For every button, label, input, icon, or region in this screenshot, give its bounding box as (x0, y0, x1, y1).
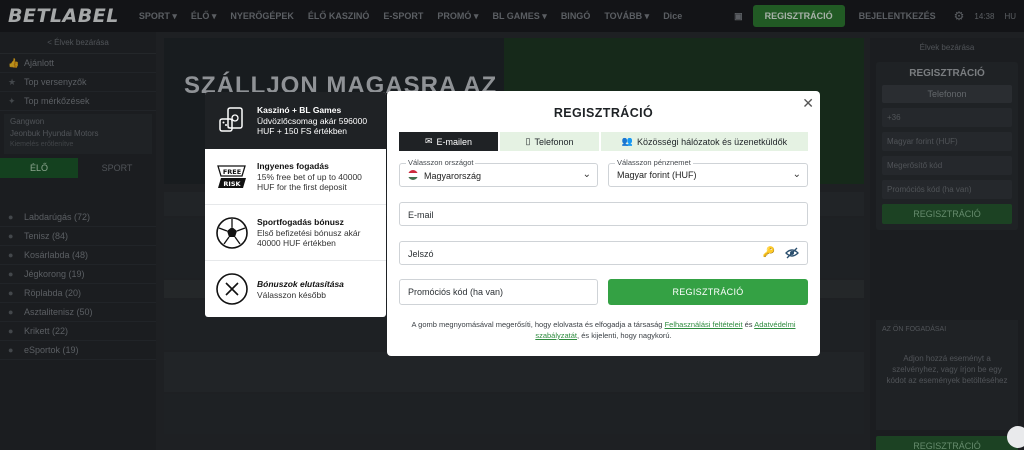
people-icon: 👥 (621, 136, 634, 146)
tab-email[interactable]: ✉ E-mailen (399, 132, 498, 151)
disclaimer-text: A gomb megnyomásával megerősíti, hogy el… (411, 320, 665, 329)
disclaimer-text: , és kijelenti, hogy nagykorú. (577, 331, 672, 340)
hungary-flag-icon (408, 170, 418, 180)
email-placeholder: E-mail (408, 210, 434, 220)
bonus-description: Válasszon később (257, 289, 326, 300)
bonus-title: Bónuszok elutasítása (257, 278, 344, 289)
tab-label: E-mailen (436, 136, 473, 147)
registration-method-tabs: ✉ E-mailen ▯ Telefonon 👥 Közösségi hálózato… (399, 132, 808, 151)
bonus-option-free-bet[interactable]: FREE RISK Ingyenes fogadás 15% free bet of… (205, 149, 386, 205)
soccer-ball-icon (215, 216, 249, 250)
password-placeholder: Jelszó (408, 249, 434, 259)
bonus-title: Kaszinó + BL Games (257, 105, 342, 115)
country-select-value: Magyarország (408, 170, 481, 181)
tab-label: Telefonon (534, 136, 574, 147)
register-submit-button[interactable]: REGISZTRÁCIÓ (608, 279, 808, 305)
disclaimer-text: és (742, 320, 755, 329)
free-risk-icon: FREE RISK (215, 160, 249, 194)
currency-select-value: Magyar forint (HUF) (617, 170, 697, 180)
svg-text:RISK: RISK (223, 180, 241, 188)
registration-modal: ✕ REGISZTRÁCIÓ ✉ E-mailen ▯ Telefonon 👥 Köz… (387, 91, 820, 356)
currency-select-label: Válasszon pénznemet (615, 158, 693, 167)
country-name: Magyarország (424, 171, 482, 181)
tab-phone[interactable]: ▯ Telefonon (500, 132, 599, 151)
bonus-title: Ingyenes fogadás (257, 161, 329, 171)
promo-code-placeholder: Promóciós kód (ha van) (408, 287, 504, 297)
bonus-option-sport[interactable]: Sportfogadás bónusz Első befizetési bónus… (205, 205, 386, 261)
bonus-description: Üdvözlőcsomag akár 596000 HUF + 150 FS é… (257, 116, 368, 136)
tab-label: Közösségi hálózatok és üzenetküldők (637, 136, 788, 147)
bonus-option-casino[interactable]: Kaszinó + BL Games Üdvözlőcsomag akár 596… (205, 92, 386, 149)
chevron-down-icon: ⌄ (582, 169, 591, 180)
terms-disclaimer: A gomb megnyomásával megerősíti, hogy el… (401, 319, 806, 341)
chevron-down-icon: ⌄ (792, 169, 801, 180)
tab-social[interactable]: 👥 Közösségi hálózatok és üzenetküldők (601, 132, 808, 151)
key-icon[interactable]: 🔑 (763, 247, 775, 258)
password-field[interactable]: Jelszó 🔑 (399, 241, 808, 265)
casino-chips-icon (215, 104, 249, 138)
bonus-selection-panel: Kaszinó + BL Games Üdvözlőcsomag akár 596… (205, 92, 386, 317)
svg-text:FREE: FREE (223, 168, 241, 176)
phone-icon: ▯ (525, 136, 531, 146)
email-field[interactable]: E-mail (399, 202, 808, 226)
bonus-description: 15% free bet of up to 40000 HUF for the … (257, 172, 362, 192)
currency-select[interactable]: Válasszon pénznemet Magyar forint (HUF) … (608, 158, 808, 187)
bonus-option-decline[interactable]: Bónuszok elutasítása Válasszon később (205, 261, 386, 317)
chat-support-icon[interactable] (1007, 426, 1024, 448)
country-select-label: Válasszon országot (406, 158, 476, 167)
modal-title: REGISZTRÁCIÓ (553, 106, 654, 120)
bonus-title: Sportfogadás bónusz (257, 217, 344, 227)
eye-off-icon[interactable] (785, 247, 799, 259)
terms-link[interactable]: Felhasználási feltételeit (665, 320, 743, 329)
promo-code-field[interactable]: Promóciós kód (ha van) (399, 279, 598, 305)
envelope-icon: ✉ (424, 136, 433, 146)
bonus-description: Első befizetési bónusz akár 40000 HUF ér… (257, 228, 361, 248)
country-select[interactable]: Válasszon országot Magyarország ⌄ (399, 158, 598, 187)
decline-x-icon (215, 272, 249, 306)
